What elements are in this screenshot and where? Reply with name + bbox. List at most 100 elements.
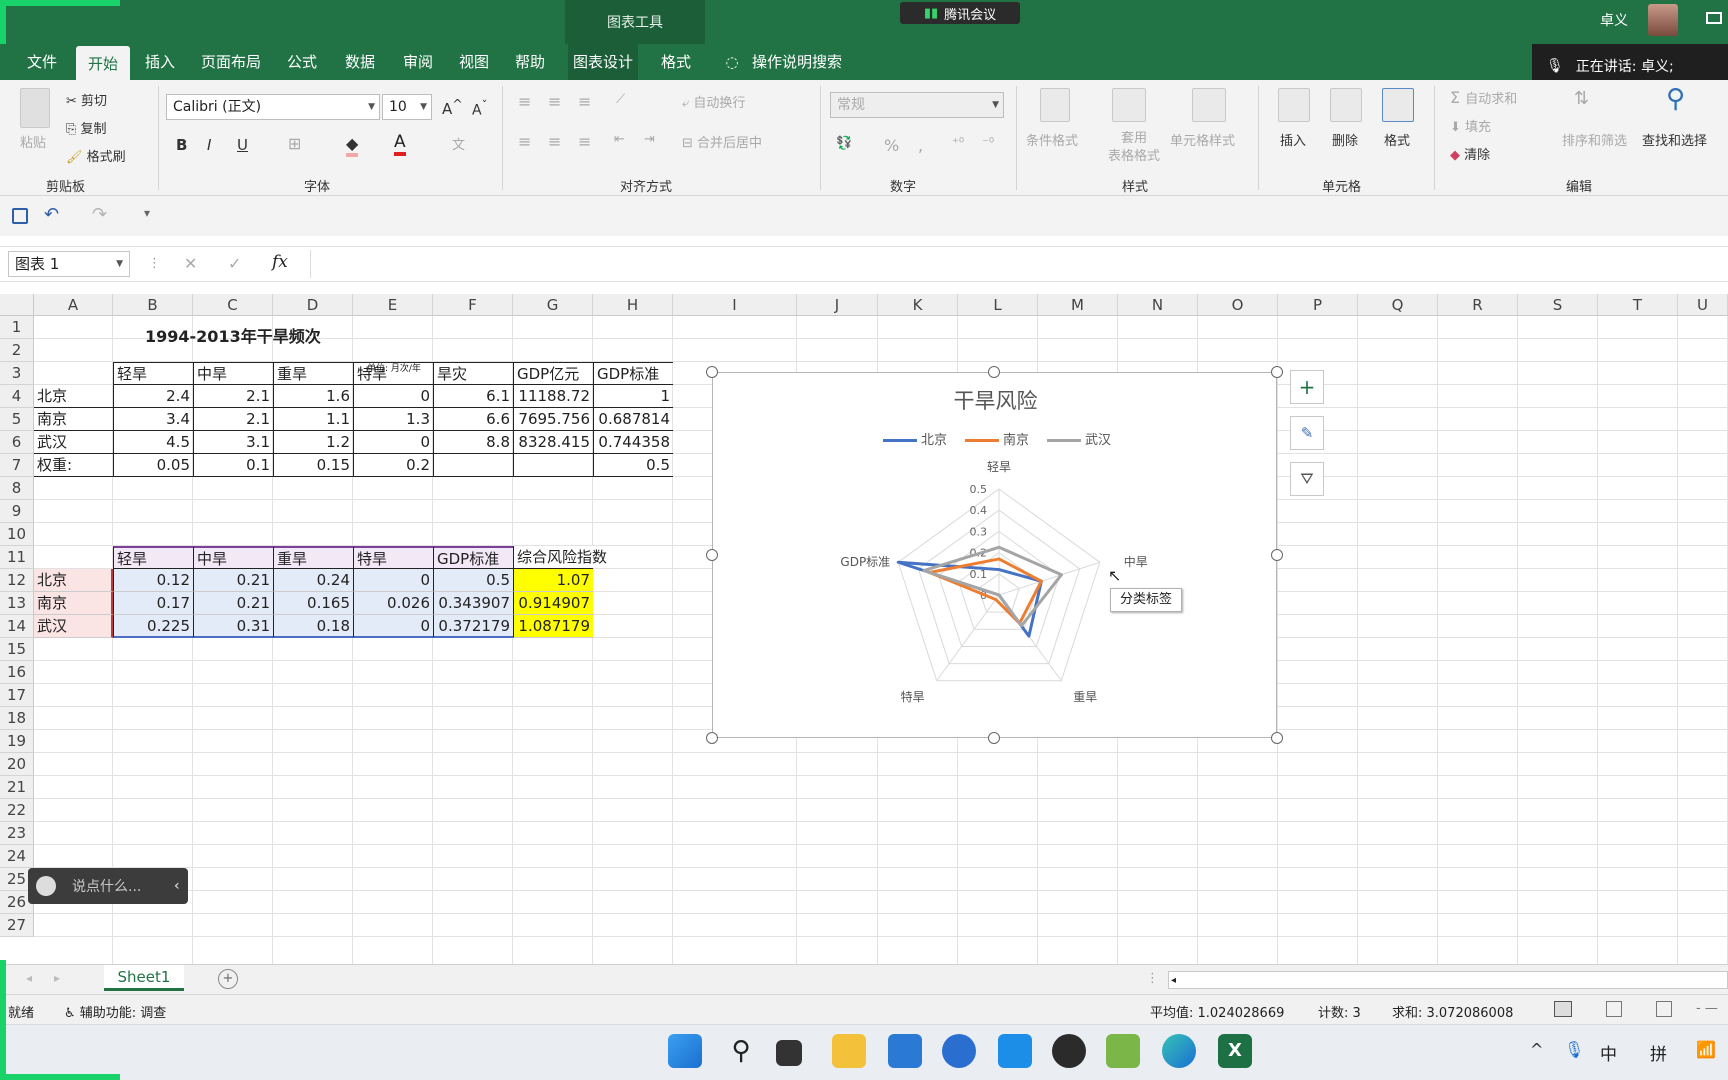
table-cell[interactable]: 3.1 <box>193 431 273 454</box>
table-cell[interactable]: 0.21 <box>193 592 273 615</box>
clear-button[interactable]: ◆ 清除 <box>1450 144 1490 163</box>
table-cell[interactable]: 0 <box>353 615 433 638</box>
table-cell[interactable]: 8328.415 <box>513 431 593 454</box>
column-header[interactable]: H <box>593 294 673 316</box>
scroll-left-icon[interactable]: ◂ <box>26 971 32 985</box>
chart-styles-button[interactable]: ✎ <box>1290 416 1324 450</box>
insert-cells-button[interactable]: 插入 <box>1280 130 1306 149</box>
decrease-indent-icon[interactable]: ⇤ <box>614 132 625 147</box>
table-cell[interactable]: 4.5 <box>113 431 193 454</box>
enter-icon[interactable]: ✓ <box>228 254 241 273</box>
table-cell[interactable]: 0.5 <box>593 454 673 477</box>
zoom-slider[interactable]: - — <box>1696 1001 1718 1016</box>
row-header[interactable]: 17 <box>0 684 34 707</box>
comma-button[interactable]: , <box>918 136 923 155</box>
page-break-view-icon[interactable] <box>1656 1001 1672 1017</box>
row-header[interactable]: 2 <box>0 339 34 362</box>
file-explorer-icon[interactable] <box>832 1034 866 1068</box>
row-header[interactable]: 3 <box>0 362 34 385</box>
table-cell[interactable]: 0 <box>353 569 433 592</box>
fill-color-icon[interactable]: ◆ <box>346 134 359 157</box>
tab-file[interactable]: 文件 <box>22 44 62 80</box>
table-header-cell[interactable]: 中旱 <box>193 362 273 385</box>
resize-handle[interactable] <box>706 366 718 378</box>
column-header[interactable]: S <box>1518 294 1598 316</box>
column-header[interactable]: P <box>1278 294 1358 316</box>
row-header[interactable]: 10 <box>0 523 34 546</box>
table-cell[interactable]: 0.24 <box>273 569 353 592</box>
row-header[interactable]: 11 <box>0 546 34 569</box>
column-header[interactable]: O <box>1198 294 1278 316</box>
avatar[interactable] <box>1648 4 1678 36</box>
resize-handle[interactable] <box>706 549 718 561</box>
search-icon[interactable]: ⚲ <box>1666 84 1685 114</box>
row-header[interactable]: 23 <box>0 822 34 845</box>
table-cell[interactable]: 2.1 <box>193 385 273 408</box>
tab-chart-design[interactable]: 图表设计 <box>568 44 638 80</box>
increase-decimal-icon[interactable]: ⁺⁰ <box>952 136 964 151</box>
excel-icon[interactable]: X <box>1218 1034 1252 1068</box>
scroll-left-icon[interactable]: ◂ <box>1169 975 1176 986</box>
ime-pinyin[interactable]: 拼 <box>1650 1040 1667 1065</box>
column-header[interactable]: J <box>797 294 878 316</box>
row-header[interactable]: 15 <box>0 638 34 661</box>
resize-handle[interactable] <box>1271 366 1283 378</box>
row-header[interactable]: 21 <box>0 776 34 799</box>
edge-icon[interactable] <box>1162 1034 1196 1068</box>
table-cell[interactable]: 0.914907 <box>513 592 593 615</box>
name-box[interactable]: 图表 1 ▼ <box>8 251 130 277</box>
row-header[interactable]: 24 <box>0 845 34 868</box>
increase-indent-icon[interactable]: ⇥ <box>644 132 655 147</box>
borders-icon[interactable]: ⊞ <box>288 134 301 153</box>
column-header[interactable]: T <box>1598 294 1678 316</box>
table-cell[interactable]: 0.225 <box>113 615 193 638</box>
column-header[interactable]: K <box>878 294 958 316</box>
row-header[interactable]: 27 <box>0 914 34 937</box>
tab-view[interactable]: 视图 <box>456 44 492 80</box>
meeting-chat-widget[interactable]: 说点什么... ‹ <box>28 868 188 904</box>
font-name-combo[interactable]: Calibri (正文) ▼ <box>166 94 380 120</box>
table-cell[interactable]: 1.3 <box>353 408 433 431</box>
undo-icon[interactable]: ↶ <box>44 204 59 225</box>
app-icon[interactable] <box>1106 1034 1140 1068</box>
align-right-icon[interactable]: ≡ <box>578 132 591 151</box>
table-cell[interactable]: 2.4 <box>113 385 193 408</box>
table-cell[interactable]: 1.2 <box>273 431 353 454</box>
table-cell[interactable]: 1.07 <box>513 569 593 592</box>
sort-filter-icon[interactable]: ⇅ <box>1574 88 1589 109</box>
align-bottom-icon[interactable]: ≡ <box>578 92 591 111</box>
sheet-title[interactable]: 1994-2013年干旱频次 <box>142 325 321 348</box>
conditional-format-button[interactable]: 条件格式 <box>1026 130 1078 149</box>
chart-filters-button[interactable]: ⛛ <box>1290 462 1324 496</box>
fill-button[interactable]: ⬇ 填充 <box>1450 116 1491 135</box>
format-cells-button[interactable]: 格式 <box>1384 130 1410 149</box>
table-cell[interactable]: 6.1 <box>433 385 513 408</box>
row-label-cell[interactable]: 武汉 <box>34 615 113 638</box>
row-header[interactable]: 9 <box>0 500 34 523</box>
collapse-icon[interactable]: ‹ <box>174 878 180 894</box>
table-cell[interactable]: 0.5 <box>433 569 513 592</box>
table-cell[interactable]: 0.21 <box>193 569 273 592</box>
cell-styles-button[interactable]: 单元格样式 <box>1170 130 1235 149</box>
row-header[interactable]: 20 <box>0 753 34 776</box>
store-icon[interactable] <box>888 1034 922 1068</box>
row-header[interactable]: 7 <box>0 454 34 477</box>
table-cell[interactable]: 0 <box>353 431 433 454</box>
table-cell[interactable]: 0.31 <box>193 615 273 638</box>
row-header[interactable]: 16 <box>0 661 34 684</box>
column-header[interactable]: I <box>673 294 797 316</box>
row-header[interactable]: 5 <box>0 408 34 431</box>
status-average[interactable]: 平均值: 1.024028669 <box>1150 1002 1284 1021</box>
row-header[interactable]: 8 <box>0 477 34 500</box>
status-sum[interactable]: 求和: 3.072086008 <box>1392 1002 1513 1021</box>
tell-me-search[interactable]: 操作说明搜索 <box>752 44 842 80</box>
table-header-cell[interactable]: GDP亿元 <box>513 362 593 385</box>
table-header-cell[interactable]: 旱灾 <box>433 362 513 385</box>
italic-button[interactable]: I <box>207 136 211 154</box>
row-label-cell[interactable]: 武汉 <box>34 431 113 454</box>
meeting-app-icon[interactable] <box>998 1034 1032 1068</box>
table-cell[interactable]: 0.15 <box>273 454 353 477</box>
table-cell[interactable]: 0.1 <box>193 454 273 477</box>
shrink-font-icon[interactable]: Aˇ <box>472 98 487 119</box>
row-label-cell[interactable]: 南京 <box>34 592 113 615</box>
